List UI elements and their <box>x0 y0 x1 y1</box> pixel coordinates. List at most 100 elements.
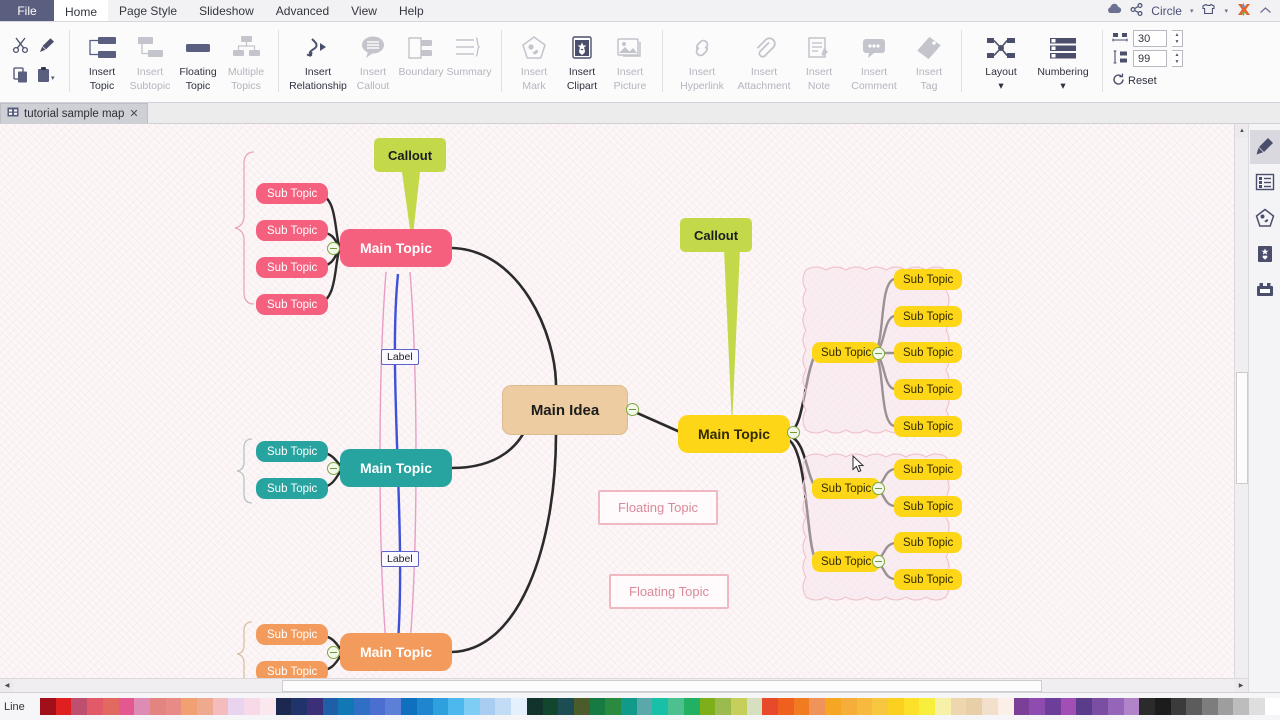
close-icon[interactable]: ✕ <box>129 107 138 120</box>
color-swatch[interactable] <box>71 698 88 715</box>
color-swatch[interactable] <box>244 698 260 715</box>
node-subtopic-yellow-g1-c3[interactable]: Sub Topic <box>894 342 963 363</box>
collapse-toggle-orange[interactable] <box>327 646 340 659</box>
color-swatch[interactable] <box>715 698 731 715</box>
node-subtopic-yellow-g2-parent[interactable]: Sub Topic <box>812 478 881 499</box>
document-tab[interactable]: tutorial sample map ✕ <box>0 103 148 123</box>
color-swatch[interactable] <box>825 698 841 715</box>
relationship-label-1[interactable]: Label <box>381 349 419 365</box>
color-swatch[interactable] <box>416 698 433 715</box>
collapse-toggle-yellow[interactable] <box>787 426 800 439</box>
menu-item-view[interactable]: View <box>340 0 388 21</box>
vertical-spacing-input[interactable]: 99 <box>1133 50 1167 67</box>
insert-subtopic-button[interactable]: Insert Subtopic <box>126 26 174 92</box>
color-swatch[interactable] <box>1233 698 1250 715</box>
color-swatch[interactable] <box>1123 698 1140 715</box>
node-main-idea[interactable]: Main Idea <box>502 385 628 435</box>
color-swatch[interactable] <box>432 698 449 715</box>
vertical-scroll-thumb[interactable] <box>1236 372 1248 484</box>
color-swatch[interactable] <box>1045 698 1061 715</box>
insert-comment-button[interactable]: Insert Comment <box>843 26 905 92</box>
summary-button[interactable]: Summary <box>445 26 493 78</box>
theme-caret-icon[interactable]: ▾ <box>1190 7 1194 15</box>
color-swatch[interactable] <box>887 698 904 715</box>
color-swatch[interactable] <box>1029 698 1045 715</box>
insert-attachment-button[interactable]: Insert Attachment <box>733 26 795 92</box>
color-swatch[interactable] <box>1060 698 1077 715</box>
color-swatch[interactable] <box>966 698 983 715</box>
color-swatch[interactable] <box>793 698 810 715</box>
color-swatch[interactable] <box>479 698 496 715</box>
style-panel-button[interactable] <box>1249 130 1280 164</box>
color-swatch[interactable] <box>448 698 464 715</box>
menu-item-home[interactable]: Home <box>54 0 109 21</box>
cut-button[interactable] <box>8 30 34 60</box>
color-swatch[interactable] <box>463 698 480 715</box>
color-swatch[interactable] <box>259 698 276 715</box>
color-swatch[interactable] <box>1076 698 1093 715</box>
color-swatch[interactable] <box>1092 698 1108 715</box>
node-main-topic-pink[interactable]: Main Topic <box>340 229 452 267</box>
color-swatch[interactable] <box>369 698 386 715</box>
menu-item-advanced[interactable]: Advanced <box>265 0 340 21</box>
layout-button[interactable]: Layout ▾ <box>970 26 1032 92</box>
color-swatch[interactable] <box>652 698 669 715</box>
cloud-icon[interactable] <box>1106 3 1122 18</box>
color-swatch[interactable] <box>1249 698 1265 715</box>
node-subtopic-yellow-g1-parent[interactable]: Sub Topic <box>812 342 881 363</box>
color-swatch[interactable] <box>935 698 951 715</box>
insert-callout-button[interactable]: Insert Callout <box>349 26 397 92</box>
collapse-toggle-yellow-g1[interactable] <box>872 347 885 360</box>
color-palette[interactable] <box>40 698 1280 715</box>
color-swatch[interactable] <box>1170 698 1187 715</box>
color-swatch[interactable] <box>1186 698 1203 715</box>
boundary-button[interactable]: Boundary <box>397 26 445 78</box>
node-main-topic-yellow[interactable]: Main Topic <box>678 415 790 453</box>
node-subtopic-yellow-g1-c4[interactable]: Sub Topic <box>894 379 963 400</box>
node-subtopic-yellow-g3-c1[interactable]: Sub Topic <box>894 532 963 553</box>
color-swatch[interactable] <box>605 698 622 715</box>
library-panel-button[interactable] <box>1250 274 1280 308</box>
color-swatch[interactable] <box>212 698 229 715</box>
node-subtopic-orange-1[interactable]: Sub Topic <box>256 624 329 645</box>
color-swatch[interactable] <box>872 698 888 715</box>
node-subtopic-teal-1[interactable]: Sub Topic <box>256 441 329 462</box>
insert-mark-button[interactable]: Insert Mark <box>510 26 558 92</box>
menu-item-help[interactable]: Help <box>388 0 435 21</box>
color-swatch[interactable] <box>1217 698 1234 715</box>
numbering-button[interactable]: Numbering ▾ <box>1032 26 1094 92</box>
color-swatch[interactable] <box>903 698 920 715</box>
color-swatch[interactable] <box>636 698 653 715</box>
color-swatch[interactable] <box>762 698 779 715</box>
color-swatch[interactable] <box>542 698 559 715</box>
color-swatch[interactable] <box>291 698 307 715</box>
horizontal-spacing-input[interactable]: 30 <box>1133 30 1167 47</box>
layout-caret-icon[interactable]: ▾ <box>998 81 1003 92</box>
color-swatch[interactable] <box>778 698 794 715</box>
node-subtopic-pink-4[interactable]: Sub Topic <box>256 294 329 315</box>
color-swatch[interactable] <box>1139 698 1155 715</box>
color-swatch[interactable] <box>621 698 637 715</box>
node-floating-topic-2[interactable]: Floating Topic <box>609 574 729 609</box>
color-swatch[interactable] <box>134 698 150 715</box>
horizontal-scrollbar[interactable]: ◀ ▶ <box>0 678 1248 693</box>
color-swatch[interactable] <box>950 698 967 715</box>
node-main-topic-orange[interactable]: Main Topic <box>340 633 452 671</box>
app-logo-icon[interactable] <box>1236 2 1251 20</box>
node-subtopic-yellow-g1-c2[interactable]: Sub Topic <box>894 306 963 327</box>
insert-picture-button[interactable]: Insert Picture <box>606 26 654 92</box>
paste-button[interactable]: ▾ <box>34 60 60 90</box>
node-subtopic-yellow-g1-c5[interactable]: Sub Topic <box>894 416 963 437</box>
color-swatch[interactable] <box>165 698 182 715</box>
node-floating-topic-1[interactable]: Floating Topic <box>598 490 718 525</box>
theme-selector-label[interactable]: Circle <box>1151 4 1182 18</box>
color-swatch[interactable] <box>511 698 527 715</box>
color-swatch[interactable] <box>1202 698 1218 715</box>
collapse-toggle-teal[interactable] <box>327 462 340 475</box>
insert-topic-button[interactable]: Insert Topic <box>78 26 126 92</box>
skin-caret-icon[interactable]: ▾ <box>1224 7 1228 15</box>
color-swatch[interactable] <box>1107 698 1124 715</box>
node-subtopic-yellow-g2-c1[interactable]: Sub Topic <box>894 459 963 480</box>
color-swatch[interactable] <box>919 698 936 715</box>
color-swatch[interactable] <box>558 698 574 715</box>
